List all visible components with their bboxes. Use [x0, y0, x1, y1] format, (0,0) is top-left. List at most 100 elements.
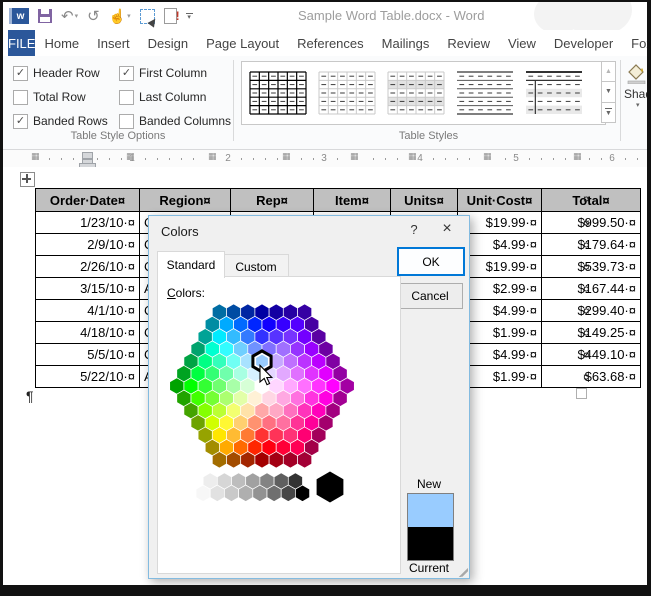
- table-cell-date[interactable]: 3/15/10·¤: [35, 277, 140, 300]
- save-icon[interactable]: [38, 9, 52, 23]
- ruler-tick: [49, 158, 50, 160]
- cancel-button[interactable]: Cancel: [397, 283, 463, 309]
- checkbox-banded-columns[interactable]: Banded Columns: [119, 112, 231, 130]
- standard-colors-hexagon[interactable]: [158, 303, 400, 571]
- table-cell-total[interactable]: $149.25·¤: [541, 321, 641, 344]
- header-cell-item[interactable]: Item¤: [313, 188, 391, 212]
- checkbox-last-column[interactable]: Last Column: [119, 88, 231, 106]
- checkbox-header-row[interactable]: ✓ Header Row: [13, 64, 108, 82]
- indent-marker[interactable]: [82, 152, 93, 159]
- table-style-thumbnail-list-table[interactable]: [523, 68, 585, 118]
- tab-references[interactable]: References: [288, 30, 372, 56]
- tab-standard[interactable]: Standard: [157, 251, 225, 278]
- tab-file[interactable]: FILE: [8, 30, 36, 56]
- table-column-marker[interactable]: ▦: [31, 153, 40, 162]
- tab-page-layout[interactable]: Page Layout: [197, 30, 288, 56]
- tab-view[interactable]: View: [499, 30, 545, 56]
- table-style-thumbnail-table-grid[interactable]: [247, 68, 309, 118]
- help-icon[interactable]: ?: [405, 222, 423, 237]
- table-column-marker[interactable]: ▦: [408, 153, 417, 162]
- ruler-tick: [241, 158, 242, 160]
- checkbox-box[interactable]: ✓: [13, 65, 28, 81]
- table-cell-unit_cost[interactable]: $1.99·¤: [457, 321, 542, 344]
- table-column-marker[interactable]: ▦: [282, 153, 291, 162]
- table-cell-unit_cost[interactable]: $19.99·¤: [457, 211, 542, 234]
- checkbox-label: First Column: [139, 66, 208, 80]
- table-cell-date[interactable]: 5/22/10·¤: [35, 365, 140, 388]
- close-icon[interactable]: ×: [437, 220, 457, 238]
- gallery-more-icon[interactable]: ▼: [601, 102, 616, 123]
- checkbox-first-column[interactable]: ✓ First Column: [119, 64, 231, 82]
- table-styles-gallery: [241, 61, 606, 125]
- table-cell-unit_cost[interactable]: $2.99·¤: [457, 277, 542, 300]
- header-cell-unit-cost[interactable]: Unit·Cost¤: [457, 188, 542, 212]
- table-cell-total[interactable]: $999.50·¤: [541, 211, 641, 234]
- table-cell-total[interactable]: $167.44·¤: [541, 277, 641, 300]
- table-cell-total[interactable]: $539.73·¤: [541, 255, 641, 278]
- table-column-marker[interactable]: ▦: [483, 153, 492, 162]
- tab-review[interactable]: Review: [438, 30, 499, 56]
- table-cell-unit_cost[interactable]: $4.99·¤: [457, 233, 542, 256]
- tab-home[interactable]: Home: [35, 30, 88, 56]
- checkbox-box[interactable]: [119, 113, 134, 129]
- gallery-up-icon[interactable]: ▲: [601, 61, 616, 83]
- checkbox-box[interactable]: [13, 89, 28, 105]
- header-cell-order-date[interactable]: Order·Date¤: [35, 188, 140, 212]
- table-cell-total[interactable]: $179.64·¤: [541, 233, 641, 256]
- tab-custom[interactable]: Custom: [223, 254, 289, 278]
- select-object-icon[interactable]: [139, 8, 155, 24]
- table-cell-date[interactable]: 2/9/10·¤: [35, 233, 140, 256]
- table-cell-total[interactable]: $63.68·¤: [541, 365, 641, 388]
- table-column-marker[interactable]: ▦: [350, 153, 359, 162]
- ruler-tick: [445, 158, 446, 160]
- checkbox-total-row[interactable]: Total Row: [13, 88, 108, 106]
- standard-tab-page: Colors:: [157, 276, 401, 574]
- customize-qat-icon[interactable]: ▾: [185, 12, 193, 21]
- touch-mode-icon[interactable]: ☝ ▾: [109, 7, 131, 25]
- table-style-thumbnail-banded-rows-table[interactable]: [385, 68, 447, 118]
- table-cell-total[interactable]: $299.40·¤: [541, 299, 641, 322]
- table-column-marker[interactable]: ▦: [126, 153, 135, 162]
- checkbox-box[interactable]: [119, 89, 134, 105]
- table-cell-unit_cost[interactable]: $4.99·¤: [457, 343, 542, 366]
- table-column-marker[interactable]: ▦: [208, 153, 217, 162]
- table-cell-date[interactable]: 4/1/10·¤: [35, 299, 140, 322]
- table-resize-handle[interactable]: [576, 388, 587, 399]
- gallery-down-icon[interactable]: ▼: [601, 82, 616, 103]
- checkbox-box[interactable]: ✓: [119, 65, 134, 81]
- tab-developer[interactable]: Developer: [545, 30, 622, 56]
- undo-icon[interactable]: ↶ ▾: [61, 7, 78, 25]
- redo-icon[interactable]: ↺: [87, 7, 100, 25]
- table-style-thumbnail-horizontal-lines-table[interactable]: [454, 68, 516, 118]
- ok-button[interactable]: OK: [397, 247, 465, 276]
- table-style-thumbnail-plain-table[interactable]: [316, 68, 378, 118]
- horizontal-ruler[interactable]: 1 2 3 4 5 6 ▦ ▦ ▦ ▦ ▦ ▦ ▦ ▦: [3, 150, 647, 168]
- document-alert-icon[interactable]: [163, 8, 180, 24]
- header-cell-total[interactable]: Total¤: [541, 188, 641, 212]
- checkbox-banded-rows[interactable]: ✓ Banded Rows: [13, 112, 108, 130]
- paragraph-mark: ¶: [26, 388, 34, 404]
- table-cell-unit_cost[interactable]: $19.99·¤: [457, 255, 542, 278]
- table-cell-unit_cost[interactable]: $4.99·¤: [457, 299, 542, 322]
- header-cell-region[interactable]: Region¤: [139, 188, 231, 212]
- window-frame: [647, 0, 651, 596]
- table-move-handle[interactable]: [20, 172, 35, 187]
- new-color-swatch: [408, 494, 453, 527]
- resize-grip[interactable]: [455, 564, 468, 577]
- table-cell-date[interactable]: 1/23/10·¤: [35, 211, 140, 234]
- tab-insert[interactable]: Insert: [88, 30, 139, 56]
- table-cell-total[interactable]: $449.10·¤: [541, 343, 641, 366]
- table-cell-date[interactable]: 4/18/10·¤: [35, 321, 140, 344]
- header-cell-units[interactable]: Units¤: [390, 188, 458, 212]
- header-cell-rep[interactable]: Rep¤: [230, 188, 314, 212]
- table-cell-date[interactable]: 5/5/10·¤: [35, 343, 140, 366]
- table-column-marker[interactable]: ▦: [573, 153, 582, 162]
- tab-mailings[interactable]: Mailings: [373, 30, 439, 56]
- checkbox-box[interactable]: ✓: [13, 113, 28, 129]
- table-cell-unit_cost[interactable]: $1.99·¤: [457, 365, 542, 388]
- checkbox-label: Header Row: [33, 66, 100, 80]
- table-cell-date[interactable]: 2/26/10·¤: [35, 255, 140, 278]
- ruler-tick: [157, 158, 158, 160]
- black-hex[interactable]: [316, 471, 344, 503]
- tab-design[interactable]: Design: [139, 30, 197, 56]
